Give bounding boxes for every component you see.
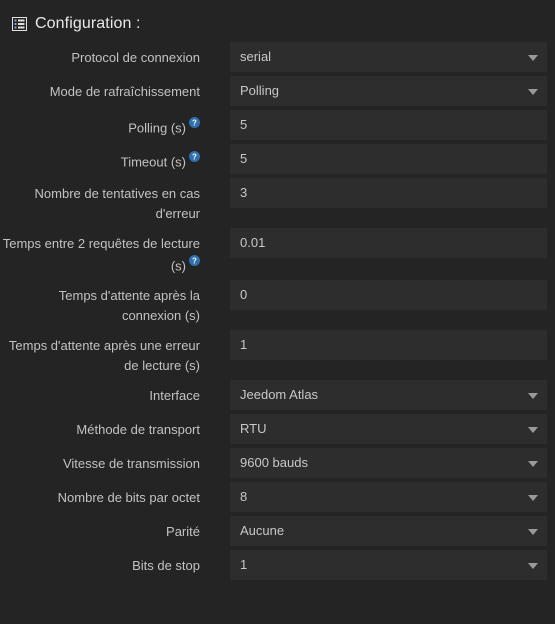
label-text: Parité xyxy=(166,524,200,540)
label-text: Protocol de connexion xyxy=(71,50,200,65)
label-mode-de-rafraichissement: Mode de rafraîchissement xyxy=(0,76,200,102)
field-wrapper-nombre-de-tentatives-en-cas-d-erreur: 3 xyxy=(230,178,547,208)
label-vitesse-de-transmission: Vitesse de transmission xyxy=(0,448,200,474)
form-row-methode-de-transport: Méthode de transport RTU xyxy=(0,414,555,445)
form-row-parite: Parité Aucune xyxy=(0,516,555,547)
form-row-polling-s: Polling (s)? 5 xyxy=(0,110,555,140)
field-wrapper-timeout-s: 5 xyxy=(230,144,547,174)
svg-text:?: ? xyxy=(192,152,197,161)
select-vitesse-de-transmission[interactable]: 9600 bauds xyxy=(230,448,547,479)
form-row-timeout-s: Timeout (s)? 5 xyxy=(0,144,555,174)
label-text: Vitesse de transmission xyxy=(62,456,200,472)
label-temps-d-attente-apres-la-connexion-s: Temps d'attente après la connexion (s) xyxy=(0,280,200,326)
svg-text:?: ? xyxy=(192,256,197,265)
form-row-temps-d-attente-apres-la-connexion-s: Temps d'attente après la connexion (s) 0 xyxy=(0,280,555,326)
label-text: Bits de stop xyxy=(132,558,200,574)
svg-text:?: ? xyxy=(192,118,197,127)
select-bits-de-stop[interactable]: 1 xyxy=(230,550,547,581)
label-text: Mode de rafraîchissement xyxy=(49,84,200,99)
form-row-interface: Interface Jeedom Atlas xyxy=(0,380,555,411)
select-interface[interactable]: Jeedom Atlas xyxy=(230,380,547,411)
label-text: Nombre de tentatives en cas d'erreur xyxy=(34,186,200,221)
form-row-vitesse-de-transmission: Vitesse de transmission 9600 bauds xyxy=(0,448,555,479)
label-temps-d-attente-apres-une-erreur-de-lecture-s: Temps d'attente après une erreur de lect… xyxy=(0,330,200,376)
label-polling-s: Polling (s)? xyxy=(0,110,200,138)
field-wrapper-parite: Aucune xyxy=(230,516,547,547)
label-interface: Interface xyxy=(0,380,200,406)
form-row-temps-d-attente-apres-une-erreur-de-lecture-s: Temps d'attente après une erreur de lect… xyxy=(0,330,555,376)
label-text: Temps entre 2 requêtes de lecture (s) xyxy=(2,236,200,274)
input-temps-d-attente-apres-la-connexion-s[interactable]: 0 xyxy=(230,280,547,311)
configuration-form: Protocol de connexion serial Mode de rafra… xyxy=(0,38,555,581)
label-text: Méthode de transport xyxy=(76,422,200,438)
help-icon[interactable]: ? xyxy=(189,255,200,266)
list-icon xyxy=(12,17,27,31)
label-temps-entre-2-requetes-de-lecture-s: Temps entre 2 requêtes de lecture (s)? xyxy=(0,228,200,276)
input-timeout-s[interactable]: 5 xyxy=(230,144,547,174)
form-row-protocol-de-connexion: Protocol de connexion serial xyxy=(0,42,555,72)
input-temps-entre-2-requetes-de-lecture-s[interactable]: 0.01 xyxy=(230,228,547,258)
help-icon[interactable]: ? xyxy=(189,117,200,128)
label-timeout-s: Timeout (s)? xyxy=(0,144,200,172)
label-nombre-de-bits-par-octet: Nombre de bits par octet xyxy=(0,482,200,508)
panel-header: Configuration : xyxy=(0,0,555,38)
label-text: Nombre de bits par octet xyxy=(57,490,200,506)
field-wrapper-vitesse-de-transmission: 9600 bauds xyxy=(230,448,547,479)
select-methode-de-transport[interactable]: RTU xyxy=(230,414,547,445)
form-row-temps-entre-2-requetes-de-lecture-s: Temps entre 2 requêtes de lecture (s)? 0.… xyxy=(0,228,555,276)
field-wrapper-polling-s: 5 xyxy=(230,110,547,140)
input-nombre-de-tentatives-en-cas-d-erreur[interactable]: 3 xyxy=(230,178,547,208)
field-wrapper-temps-entre-2-requetes-de-lecture-s: 0.01 xyxy=(230,228,547,258)
form-row-nombre-de-bits-par-octet: Nombre de bits par octet 8 xyxy=(0,482,555,513)
label-parite: Parité xyxy=(0,516,200,542)
field-wrapper-methode-de-transport: RTU xyxy=(230,414,547,445)
panel-title: Configuration : xyxy=(35,15,141,32)
field-wrapper-interface: Jeedom Atlas xyxy=(230,380,547,411)
label-bits-de-stop: Bits de stop xyxy=(0,550,200,576)
input-temps-d-attente-apres-une-erreur-de-lecture-s[interactable]: 1 xyxy=(230,330,547,361)
label-text: Temps d'attente après une erreur de lect… xyxy=(8,338,200,374)
label-methode-de-transport: Méthode de transport xyxy=(0,414,200,440)
select-parite[interactable]: Aucune xyxy=(230,516,547,547)
label-text: Timeout (s) xyxy=(120,154,186,170)
form-row-nombre-de-tentatives-en-cas-d-erreur: Nombre de tentatives en cas d'erreur 3 xyxy=(0,178,555,224)
help-icon[interactable]: ? xyxy=(189,151,200,162)
select-mode-de-rafraichissement[interactable]: Polling xyxy=(230,76,547,106)
field-wrapper-temps-d-attente-apres-la-connexion-s: 0 xyxy=(230,280,547,311)
select-nombre-de-bits-par-octet[interactable]: 8 xyxy=(230,482,547,513)
input-polling-s[interactable]: 5 xyxy=(230,110,547,140)
label-text: Temps d'attente après la connexion (s) xyxy=(58,288,200,324)
label-nombre-de-tentatives-en-cas-d-erreur: Nombre de tentatives en cas d'erreur xyxy=(0,178,200,224)
select-protocol-de-connexion[interactable]: serial xyxy=(230,42,547,72)
field-wrapper-protocol-de-connexion: serial xyxy=(230,42,547,72)
label-protocol-de-connexion: Protocol de connexion xyxy=(0,42,200,68)
label-text: Polling (s) xyxy=(128,120,186,136)
form-row-mode-de-rafraichissement: Mode de rafraîchissement Polling xyxy=(0,76,555,106)
field-wrapper-nombre-de-bits-par-octet: 8 xyxy=(230,482,547,513)
field-wrapper-temps-d-attente-apres-une-erreur-de-lecture-s: 1 xyxy=(230,330,547,361)
label-text: Interface xyxy=(149,388,200,404)
field-wrapper-mode-de-rafraichissement: Polling xyxy=(230,76,547,106)
form-row-bits-de-stop: Bits de stop 1 xyxy=(0,550,555,581)
field-wrapper-bits-de-stop: 1 xyxy=(230,550,547,581)
